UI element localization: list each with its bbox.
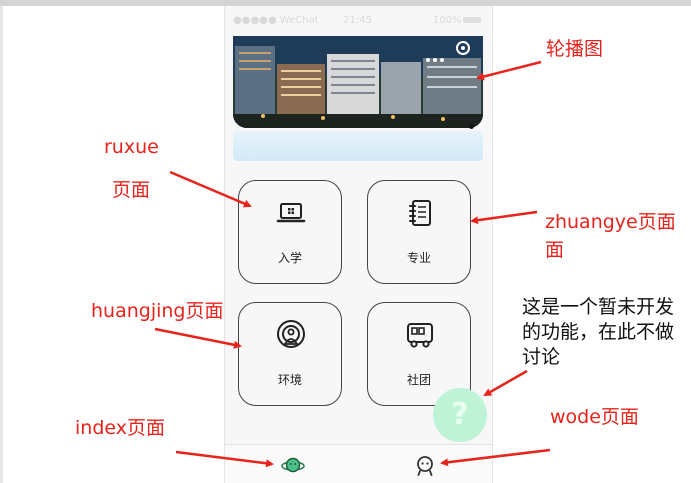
annotation-ruxue-line2: 页面 (112, 179, 151, 201)
annotation-note: 这是一个暂未开发的功能，在此不做讨论 (522, 296, 675, 368)
annotation-index: index页面 (75, 417, 165, 439)
annotation-huangjing: huangjing页面 (91, 300, 224, 322)
annotation-zhuangye-line1: zhuangye页面 (545, 211, 676, 233)
annotation-zhuangye-line2: 面 (545, 239, 565, 261)
annotation-wode: wode页面 (550, 406, 639, 428)
annotation-ruxue-line1: ruxue (104, 136, 159, 158)
annotation-banner: 轮播图 (546, 38, 604, 60)
